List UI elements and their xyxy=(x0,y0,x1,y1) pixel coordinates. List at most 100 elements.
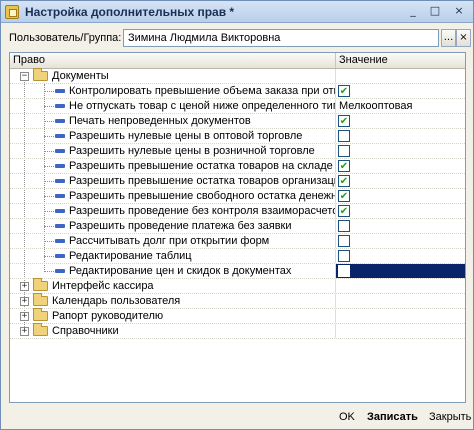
table-row[interactable]: Рассчитывать долг при открытии форм xyxy=(10,234,465,249)
value-cell[interactable] xyxy=(336,234,465,248)
value-cell[interactable]: ✔ xyxy=(336,204,465,218)
value-text[interactable]: Мелкооптовая xyxy=(339,100,412,112)
right-item-icon xyxy=(55,104,65,108)
table-header: Право Значение xyxy=(10,53,465,69)
folder-icon xyxy=(33,68,48,81)
value-cell[interactable]: ✔ xyxy=(336,114,465,128)
tree-line xyxy=(44,181,54,182)
right-item-icon xyxy=(55,224,65,228)
table-row[interactable]: Печать непроведенных документов ✔ xyxy=(10,114,465,129)
value-cell[interactable] xyxy=(336,219,465,233)
value-checkbox[interactable]: ✔ xyxy=(338,85,350,97)
value-cell[interactable] xyxy=(336,249,465,263)
value-checkbox[interactable]: ✔ xyxy=(338,205,350,217)
tree-line xyxy=(44,121,54,122)
column-header-right[interactable]: Право xyxy=(10,53,336,68)
tree-line xyxy=(44,241,54,242)
folder-icon xyxy=(33,293,48,306)
right-cell: + Интерфейс кассира xyxy=(10,278,336,293)
tree-line xyxy=(44,271,54,272)
table-row[interactable]: Разрешить превышение остатка товаров на … xyxy=(10,159,465,174)
right-cell: Разрешить превышение свободного остатка … xyxy=(10,189,336,203)
right-label: Печать непроведенных документов xyxy=(69,115,251,127)
column-header-value[interactable]: Значение xyxy=(336,53,465,68)
right-cell: Разрешить проведение без контроля взаимо… xyxy=(10,204,336,218)
user-group-field[interactable]: Зимина Людмила Викторовна xyxy=(123,29,439,47)
right-cell: + Рапорт руководителю xyxy=(10,308,336,323)
table-row[interactable]: Разрешить нулевые цены в розничной торго… xyxy=(10,144,465,159)
value-cell xyxy=(336,279,465,293)
maximize-button[interactable]: □ xyxy=(427,4,443,19)
tree-line xyxy=(44,196,54,197)
group-row[interactable]: + Интерфейс кассира xyxy=(10,278,465,294)
value-cell[interactable] xyxy=(336,144,465,158)
expand-icon[interactable]: + xyxy=(20,282,29,291)
expand-icon[interactable]: + xyxy=(20,297,29,306)
value-checkbox[interactable] xyxy=(338,130,350,142)
table-row[interactable]: Разрешить проведение платежа без заявки xyxy=(10,219,465,234)
table-row[interactable]: Разрешить нулевые цены в оптовой торговл… xyxy=(10,129,465,144)
title-bar[interactable]: Настройка дополнительных прав * _ □ × xyxy=(1,1,473,23)
right-label: Разрешить превышение остатка товаров на … xyxy=(69,160,333,172)
form-icon xyxy=(5,5,19,19)
close-window-button[interactable]: × xyxy=(451,4,467,19)
browse-button[interactable]: ... xyxy=(441,29,456,47)
group-row[interactable]: + Календарь пользователя xyxy=(10,293,465,309)
expand-icon[interactable]: + xyxy=(20,327,29,336)
right-cell: Не отпускать товар с ценой ниже определе… xyxy=(10,99,336,113)
right-label: Разрешить нулевые цены в оптовой торговл… xyxy=(69,130,303,142)
value-checkbox[interactable] xyxy=(338,145,350,157)
minimize-button[interactable]: _ xyxy=(405,4,421,19)
collapse-icon[interactable]: − xyxy=(20,72,29,81)
value-cell xyxy=(336,309,465,323)
right-item-icon xyxy=(55,119,65,123)
value-checkbox[interactable] xyxy=(338,250,350,262)
clear-button[interactable]: × xyxy=(456,29,471,47)
table-row[interactable]: Редактирование таблиц xyxy=(10,249,465,264)
table-row[interactable]: Разрешить превышение остатка товаров орг… xyxy=(10,174,465,189)
tree-line xyxy=(44,136,54,137)
table-row[interactable]: Разрешить проведение без контроля взаимо… xyxy=(10,204,465,219)
table-row[interactable]: Разрешить превышение свободного остатка … xyxy=(10,189,465,204)
value-cell xyxy=(336,324,465,338)
close-button[interactable]: Закрыть xyxy=(429,409,471,425)
value-cell[interactable] xyxy=(336,129,465,143)
value-checkbox[interactable]: ✔ xyxy=(338,175,350,187)
right-item-icon xyxy=(55,134,65,138)
value-checkbox[interactable]: ✔ xyxy=(338,160,350,172)
value-cell[interactable]: ✔ xyxy=(336,174,465,188)
right-label: Контролировать превышение объема заказа … xyxy=(69,85,335,97)
rights-settings-window: Настройка дополнительных прав * _ □ × По… xyxy=(0,0,474,430)
value-checkbox[interactable] xyxy=(338,220,350,232)
right-item-icon xyxy=(55,269,65,273)
folder-icon xyxy=(33,308,48,321)
value-checkbox[interactable] xyxy=(338,265,350,277)
right-cell: Редактирование цен и скидок в документах xyxy=(10,264,336,278)
right-item-icon xyxy=(55,239,65,243)
save-button[interactable]: Записать xyxy=(367,409,418,425)
value-cell xyxy=(336,294,465,308)
dialog-buttons: OK Записать Закрыть xyxy=(1,405,473,429)
table-row[interactable]: Не отпускать товар с ценой ниже определе… xyxy=(10,99,465,114)
table-row[interactable]: Редактирование цен и скидок в документах xyxy=(10,264,465,279)
value-cell[interactable]: ✔ xyxy=(336,159,465,173)
table-row[interactable]: Контролировать превышение объема заказа … xyxy=(10,84,465,99)
right-item-icon xyxy=(55,164,65,168)
value-cell[interactable]: ✔ xyxy=(336,84,465,98)
expand-icon[interactable]: + xyxy=(20,312,29,321)
value-checkbox[interactable] xyxy=(338,235,350,247)
tree-line xyxy=(44,106,54,107)
value-cell[interactable] xyxy=(336,264,465,278)
value-checkbox[interactable]: ✔ xyxy=(338,115,350,127)
ok-button[interactable]: OK xyxy=(339,409,355,425)
group-label: Интерфейс кассира xyxy=(52,280,154,292)
value-checkbox[interactable]: ✔ xyxy=(338,190,350,202)
group-row[interactable]: + Рапорт руководителю xyxy=(10,308,465,324)
value-cell[interactable]: ✔ xyxy=(336,189,465,203)
user-group-row: Пользователь/Группа: Зимина Людмила Викт… xyxy=(1,26,473,50)
group-row[interactable]: + Справочники xyxy=(10,323,465,339)
right-label: Разрешить проведение платежа без заявки xyxy=(69,220,292,232)
value-cell[interactable]: Мелкооптовая xyxy=(336,99,465,113)
tree-line xyxy=(44,151,54,152)
group-row[interactable]: − Документы xyxy=(10,68,465,84)
